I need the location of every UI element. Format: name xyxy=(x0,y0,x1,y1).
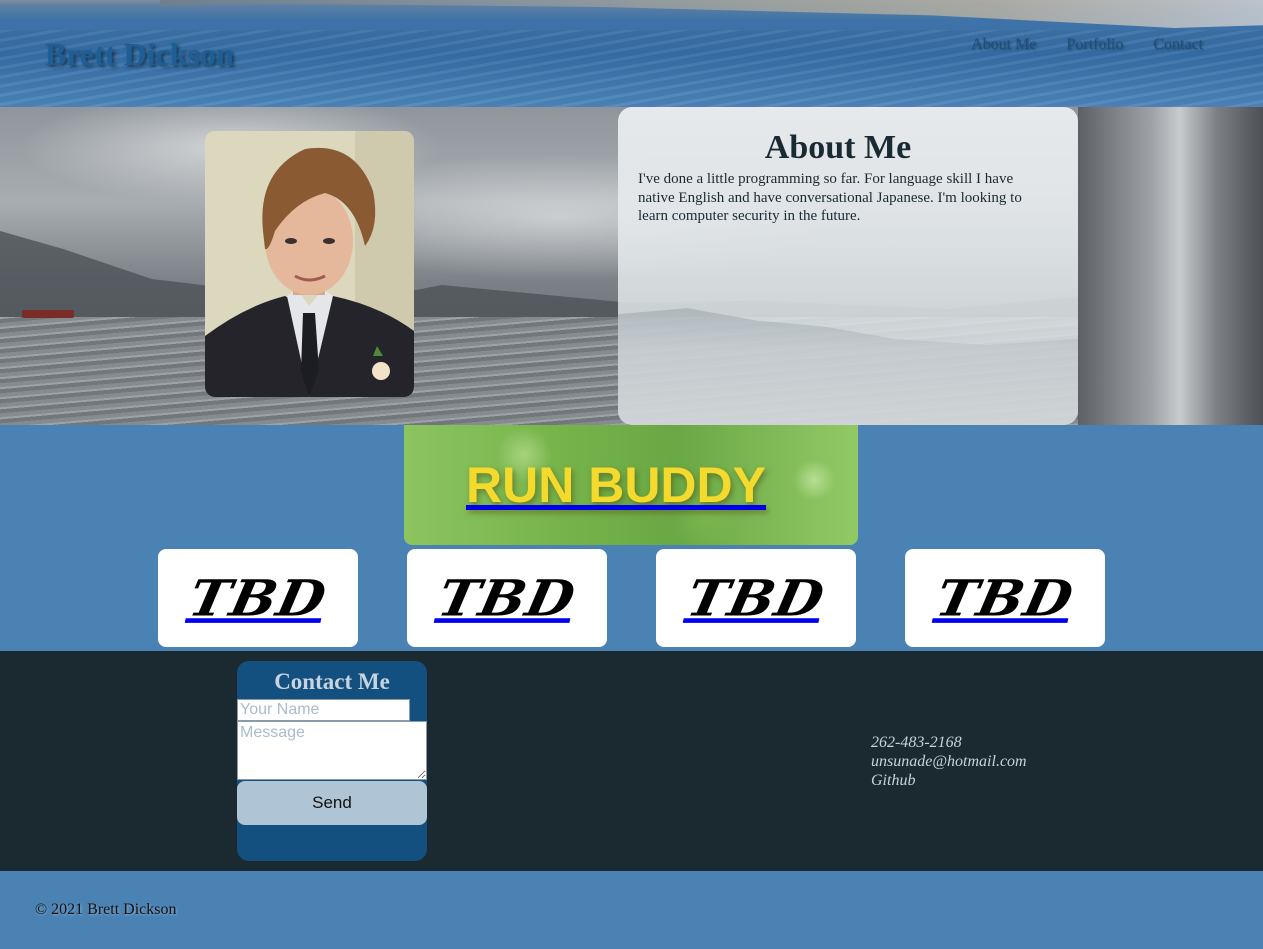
portfolio-featured-run-buddy[interactable]: RUN BUDDY xyxy=(404,425,858,545)
hero-background-blur xyxy=(1078,107,1263,425)
copyright-text: © 2021 Brett Dickson xyxy=(35,901,177,918)
send-button[interactable]: Send xyxy=(237,781,427,825)
boat-image xyxy=(22,310,74,318)
phone-number: 262-483-2168 xyxy=(871,734,962,751)
about-card: About Me I've done a little programming … xyxy=(618,107,1078,425)
header-background-shoreline xyxy=(160,0,1263,28)
portfolio-item-2[interactable]: TBD xyxy=(407,549,607,647)
portfolio-item-label: TBD xyxy=(930,568,1080,628)
portfolio-item-label: TBD xyxy=(432,568,582,628)
run-buddy-label: RUN BUDDY xyxy=(466,457,766,513)
portfolio-item-label: TBD xyxy=(183,568,333,628)
nav-link-about-me[interactable]: About Me xyxy=(971,36,1036,54)
contact-info: 262-483-2168 unsunade@hotmail.com Github xyxy=(871,733,1027,790)
name-input[interactable] xyxy=(237,699,410,721)
email-link[interactable]: unsunade@hotmail.com xyxy=(871,752,1027,771)
site-footer: © 2021 Brett Dickson xyxy=(0,871,1263,949)
about-text: I've done a little programming so far. F… xyxy=(638,171,1022,224)
nav-link-contact[interactable]: Contact xyxy=(1153,36,1203,54)
portfolio-item-3[interactable]: TBD xyxy=(656,549,856,647)
contact-heading: Contact Me xyxy=(274,669,390,694)
site-header: Brett Dickson About Me Portfolio Contact xyxy=(0,0,1263,107)
contact-form: Contact Me Send xyxy=(237,661,427,861)
nav-link-portfolio[interactable]: Portfolio xyxy=(1066,36,1123,54)
message-input[interactable] xyxy=(237,721,427,780)
github-link[interactable]: Github xyxy=(871,771,1027,790)
contact-section: Contact Me Send 262-483-2168 unsunade@ho… xyxy=(0,651,1263,871)
profile-photo xyxy=(205,131,414,397)
about-card-background xyxy=(618,308,1078,425)
site-title: Brett Dickson xyxy=(45,36,234,72)
portfolio-item-label: TBD xyxy=(681,568,831,628)
about-heading: About Me xyxy=(764,129,912,166)
main-nav: About Me Portfolio Contact xyxy=(971,36,1203,54)
portfolio-item-4[interactable]: TBD xyxy=(905,549,1105,647)
portfolio-item-1[interactable]: TBD xyxy=(158,549,358,647)
